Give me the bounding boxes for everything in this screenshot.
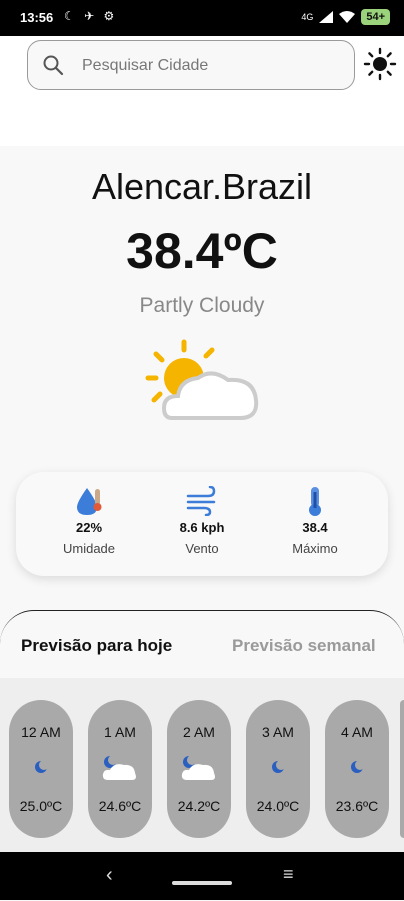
hourly-card[interactable]: 12 AM 25.0ºC [9, 700, 73, 838]
humidity-stat: 22% Umidade [34, 486, 144, 556]
menu-icon[interactable]: ≡ [283, 864, 294, 885]
max-temp-stat: 38.4 Máximo [260, 486, 370, 556]
moon-icon [35, 760, 49, 773]
hour-temp: 24.2ºC [177, 798, 221, 814]
status-bar: 13:56 ☾ ✈ ⚙ 4G 54+ [0, 0, 404, 36]
location-name: Alencar.Brazil [91, 166, 313, 207]
moon-icon [272, 760, 286, 773]
system-nav-bar: ‹ ≡ [0, 852, 404, 900]
hour-temp: 25.0ºC [19, 798, 63, 814]
signal-icon [319, 11, 334, 23]
moon-cloud-icon [181, 755, 215, 780]
wind-icon [186, 486, 216, 516]
status-time: 13:56 [20, 10, 54, 25]
status-notification-icons: ☾ ✈ ⚙ [64, 9, 118, 23]
wind-stat: 8.6 kph Vento [147, 486, 257, 556]
hour-time: 4 AM [341, 724, 373, 740]
hour-time: 2 AM [183, 724, 215, 740]
back-icon[interactable]: ‹ [106, 864, 113, 887]
wind-label: Vento [185, 541, 219, 556]
search-input[interactable] [80, 53, 344, 79]
thermometer-icon [309, 487, 321, 516]
humidity-value: 22% [75, 520, 103, 535]
hour-temp: 23.6ºC [335, 798, 379, 814]
hourly-card-partial[interactable] [400, 700, 404, 838]
status-right-icons: 4G 54+ [301, 9, 390, 25]
wind-value: 8.6 kph [179, 520, 225, 535]
hourly-card[interactable]: 1 AM 24.6ºC [88, 700, 152, 838]
hour-time: 1 AM [104, 724, 136, 740]
hourly-card[interactable]: 2 AM 24.2ºC [167, 700, 231, 838]
hour-time: 12 AM [21, 724, 61, 740]
wifi-icon [339, 11, 356, 23]
hourly-card[interactable]: 4 AM 23.6ºC [325, 700, 389, 838]
humidity-label: Umidade [62, 541, 116, 556]
battery-indicator: 54+ [361, 9, 390, 25]
hour-time: 3 AM [262, 724, 294, 740]
max-temp-label: Máximo [292, 541, 338, 556]
partly-cloudy-icon [145, 339, 259, 420]
moon-cloud-icon [102, 755, 136, 780]
hourly-card[interactable]: 3 AM 24.0ºC [246, 700, 310, 838]
max-temp-value: 38.4 [302, 520, 328, 535]
tab-today-forecast[interactable]: Previsão para hoje [21, 636, 172, 656]
weather-stats-card: 22% Umidade 8.6 kph Vento 38.4 Máximo [16, 472, 388, 576]
hour-temp: 24.6ºC [98, 798, 142, 814]
network-label: 4G [301, 12, 314, 22]
search-icon [43, 55, 64, 76]
humidity-icon [77, 488, 102, 515]
home-gesture-bar[interactable] [172, 881, 232, 885]
search-bar[interactable] [27, 40, 355, 90]
tab-weekly-forecast[interactable]: Previsão semanal [232, 636, 376, 656]
hour-temp: 24.0ºC [256, 798, 300, 814]
moon-icon [351, 760, 365, 773]
sun-icon[interactable] [362, 46, 398, 82]
weather-condition: Partly Cloudy [139, 294, 265, 317]
current-temperature: 38.4ºC [126, 223, 278, 279]
